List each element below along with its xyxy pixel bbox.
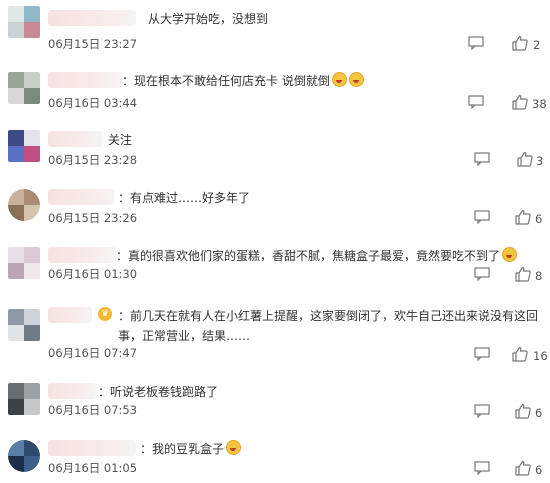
- comment-text: ：我的豆乳盒子: [140, 439, 242, 459]
- comment-text: ：有点难过……好多年了: [118, 191, 251, 205]
- username[interactable]: [48, 72, 122, 88]
- avatar[interactable]: [8, 130, 40, 162]
- emoji-face-icon: [502, 247, 518, 262]
- comment-icon[interactable]: [474, 152, 490, 166]
- comment-time: 06月16日 03:44: [48, 96, 138, 110]
- comment-text: ：真的很喜欢他们家的蛋糕，香甜不腻，焦糖盒子最爱，竟然要吃不到了: [116, 246, 518, 266]
- comment-text: ：前几天在就有人在小红薯上提醒，这家要倒闭了，欢牛自己还出来说没有这回事，正常营…: [118, 309, 539, 343]
- comment-icon[interactable]: [468, 95, 484, 109]
- avatar[interactable]: [8, 6, 40, 38]
- like-count: 6: [535, 463, 543, 477]
- like-count: 2: [533, 38, 541, 52]
- thumbs-up-icon[interactable]: [512, 94, 528, 110]
- comment-icon[interactable]: [474, 210, 490, 224]
- comment-icon[interactable]: [468, 36, 484, 50]
- emoji-face-icon: [348, 72, 364, 87]
- comment-icon[interactable]: [474, 267, 490, 281]
- avatar[interactable]: [8, 189, 40, 221]
- username[interactable]: [48, 10, 136, 26]
- thumbs-up-icon[interactable]: [515, 403, 531, 419]
- thumbs-up-icon[interactable]: [517, 151, 533, 167]
- comment-time: 06月15日 23:27: [48, 37, 138, 51]
- avatar[interactable]: [8, 309, 40, 341]
- comment-time: 06月15日 23:26: [48, 211, 138, 225]
- thumbs-up-icon[interactable]: [515, 266, 531, 282]
- thumbs-up-icon[interactable]: [515, 209, 531, 225]
- avatar[interactable]: [8, 383, 40, 415]
- emoji-face-icon: [226, 440, 242, 455]
- thumbs-up-icon[interactable]: [515, 460, 531, 476]
- comment-time: 06月16日 01:05: [48, 461, 138, 475]
- username[interactable]: [48, 131, 102, 147]
- comment-text: ：现在根本不敢给任何店充卡 说倒就倒: [122, 71, 364, 91]
- like-count: 3: [536, 154, 544, 168]
- comment-time: 06月16日 07:47: [48, 346, 138, 360]
- comment-time: 06月15日 23:28: [48, 153, 138, 167]
- username[interactable]: [48, 440, 136, 456]
- username[interactable]: [48, 307, 92, 323]
- comment-text: ：听说老板卷钱跑路了: [98, 385, 219, 399]
- avatar[interactable]: [8, 72, 40, 104]
- comment-text: 从大学开始吃，没想到: [148, 12, 269, 26]
- comment-page: { "comments": [ { "text": "从大学开始吃，没想到", …: [0, 0, 550, 483]
- avatar[interactable]: [8, 440, 40, 472]
- like-count: 38: [532, 97, 547, 111]
- comment-time: 06月16日 07:53: [48, 403, 138, 417]
- emoji-face-icon: [331, 72, 347, 87]
- like-count: 6: [535, 212, 543, 226]
- comment-icon[interactable]: [474, 404, 490, 418]
- like-count: 16: [533, 349, 548, 363]
- like-count: 6: [535, 406, 543, 420]
- comment-icon[interactable]: [474, 461, 490, 475]
- username[interactable]: [48, 189, 114, 205]
- thumbs-up-icon[interactable]: [512, 35, 528, 51]
- like-count: 8: [535, 269, 543, 283]
- comment-time: 06月16日 01:30: [48, 267, 138, 281]
- thumbs-up-icon[interactable]: [512, 346, 528, 362]
- avatar[interactable]: [8, 247, 40, 279]
- username[interactable]: [48, 383, 96, 399]
- comment-icon[interactable]: [474, 347, 490, 361]
- crown-badge-icon: ♛: [98, 307, 112, 321]
- username[interactable]: [48, 247, 116, 263]
- comment-text: 关注: [108, 133, 133, 147]
